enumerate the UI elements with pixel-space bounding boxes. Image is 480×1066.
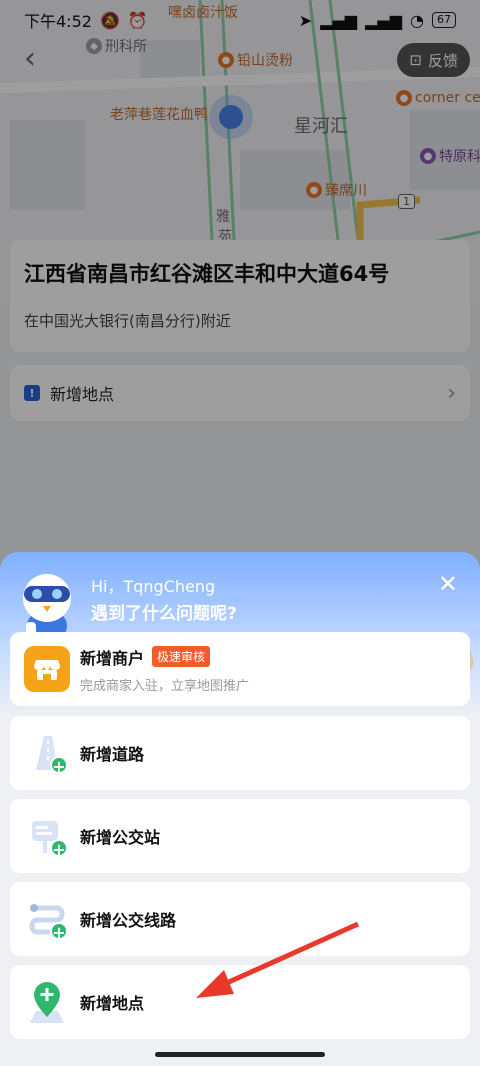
pointer-arrow-icon — [196, 921, 360, 998]
option-label: 新增公交站 — [80, 828, 161, 847]
add-place-pin-icon — [24, 979, 70, 1025]
option-label: 新增公交线路 — [80, 911, 177, 930]
close-icon: ✕ — [437, 570, 458, 598]
plus-icon: + — [50, 756, 68, 775]
question-text: 遇到了什么问题呢? — [91, 604, 237, 624]
option-label: 新增地点 — [80, 994, 145, 1013]
option-add-road[interactable]: + 新增道路 — [10, 716, 470, 790]
store-icon — [24, 646, 70, 692]
option-subtitle: 完成商家入驻，立享地图推广 — [80, 678, 250, 694]
option-label: 新增商户 — [80, 648, 145, 668]
greeting-text: Hi，TqngCheng — [91, 577, 216, 596]
close-button[interactable]: ✕ — [438, 572, 458, 596]
option-label: 新增道路 — [80, 745, 145, 764]
plus-icon: + — [50, 922, 68, 941]
bus-stop-icon: + — [24, 813, 70, 859]
option-add-merchant[interactable]: 新增商户 极速审核 完成商家入驻，立享地图推广 — [10, 632, 470, 706]
bus-line-icon: + — [24, 896, 70, 942]
option-add-bus-stop[interactable]: + 新增公交站 — [10, 799, 470, 873]
plus-icon: + — [50, 839, 68, 858]
road-icon: + — [24, 730, 70, 776]
home-indicator[interactable] — [155, 1052, 325, 1057]
fast-review-badge: 极速审核 — [152, 646, 211, 667]
